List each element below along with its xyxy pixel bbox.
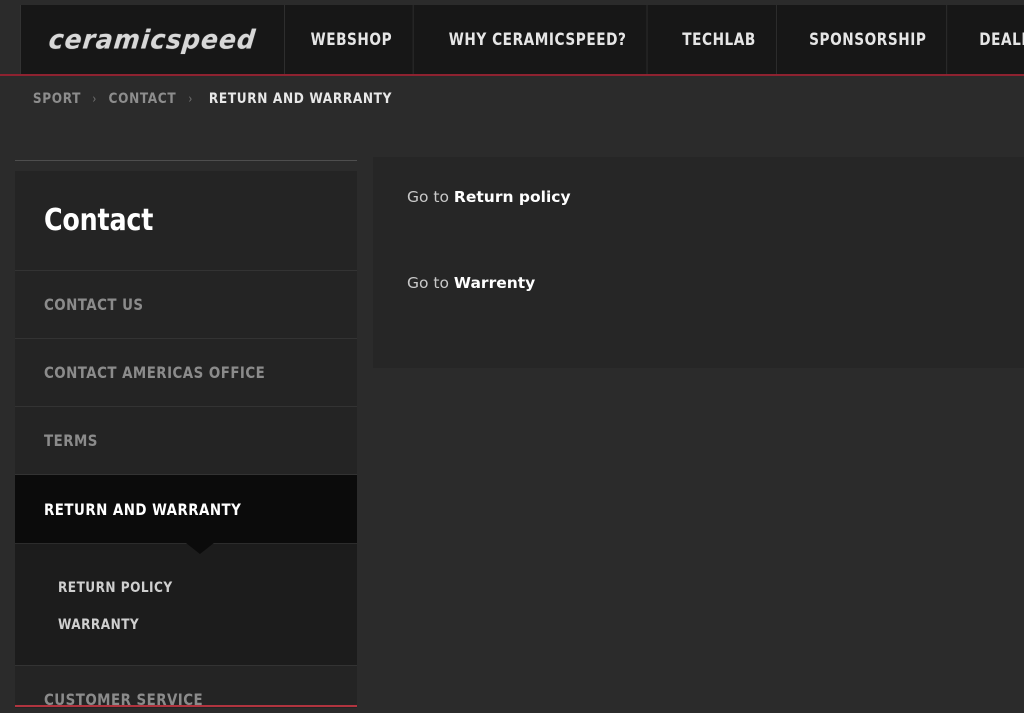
go-to-label: Go to xyxy=(407,188,454,206)
chevron-right-icon: › xyxy=(188,91,193,107)
nav-item-dealers[interactable]: DEALERS xyxy=(959,5,1024,74)
sidebar-subitem-label: WARRANTY xyxy=(58,616,140,633)
ceramicspeed-logo: ceramicspeed xyxy=(47,24,258,55)
sidebar-title-box: Contact xyxy=(15,171,357,271)
breadcrumb-item-current: RETURN AND WARRANTY xyxy=(209,91,393,107)
sidebar-subitem-warranty[interactable]: WARRANTY xyxy=(15,606,357,643)
sidebar-top-rule xyxy=(15,160,357,161)
breadcrumb-item-contact[interactable]: CONTACT xyxy=(109,91,177,107)
breadcrumb-item-sport[interactable]: SPORT xyxy=(33,91,81,107)
sidebar-item-terms[interactable]: TERMS xyxy=(15,407,357,475)
return-policy-link[interactable]: Return policy xyxy=(454,188,571,206)
sidebar-item-label: RETURN AND WARRANTY xyxy=(44,499,242,519)
breadcrumb: SPORT › CONTACT › RETURN AND WARRANTY xyxy=(31,91,399,107)
contact-sidebar: Contact CONTACT US CONTACT AMERICAS OFFI… xyxy=(15,171,357,708)
sidebar-item-label: TERMS xyxy=(44,431,98,450)
sidebar-title: Contact xyxy=(44,203,154,238)
sidebar-item-contact-us[interactable]: CONTACT US xyxy=(15,271,357,339)
nav-item-why-ceramicspeed[interactable]: WHY CERAMICSPEED? xyxy=(428,5,648,74)
warranty-link[interactable]: Warrenty xyxy=(454,274,535,292)
sidebar-subitem-return-policy[interactable]: RETURN POLICY xyxy=(15,569,357,606)
navbar-accent-rule xyxy=(0,74,1024,76)
warranty-line: Go to Warrenty xyxy=(407,274,535,292)
sidebar-submenu: RETURN POLICY WARRANTY xyxy=(15,543,357,666)
active-indicator-caret-icon xyxy=(186,543,214,554)
return-policy-line: Go to Return policy xyxy=(407,188,571,206)
main-content-panel: Go to Return policy Go to Warrenty xyxy=(373,157,1024,368)
page-root: ceramicspeed WEBSHOP WHY CERAMICSPEED? T… xyxy=(0,0,1024,713)
chevron-right-icon: › xyxy=(92,91,97,107)
sidebar-item-return-and-warranty[interactable]: RETURN AND WARRANTY xyxy=(15,475,357,554)
sidebar-item-contact-americas-office[interactable]: CONTACT AMERICAS OFFICE xyxy=(15,339,357,407)
sidebar-item-customer-service[interactable]: CUSTOMER SERVICE xyxy=(15,666,357,708)
nav-item-sponsorship[interactable]: SPONSORSHIP xyxy=(789,5,948,74)
sidebar-accent-rule xyxy=(15,705,357,707)
nav-item-techlab[interactable]: TECHLAB xyxy=(662,5,777,74)
sidebar-subitem-label: RETURN POLICY xyxy=(58,579,173,596)
sidebar-item-label: CONTACT US xyxy=(44,295,144,314)
sidebar-item-label: CONTACT AMERICAS OFFICE xyxy=(44,363,266,382)
nav-item-webshop[interactable]: WEBSHOP xyxy=(290,5,414,74)
main-navigation: ceramicspeed WEBSHOP WHY CERAMICSPEED? T… xyxy=(20,5,1024,74)
logo-link[interactable]: ceramicspeed xyxy=(21,5,285,74)
go-to-label: Go to xyxy=(407,274,454,292)
